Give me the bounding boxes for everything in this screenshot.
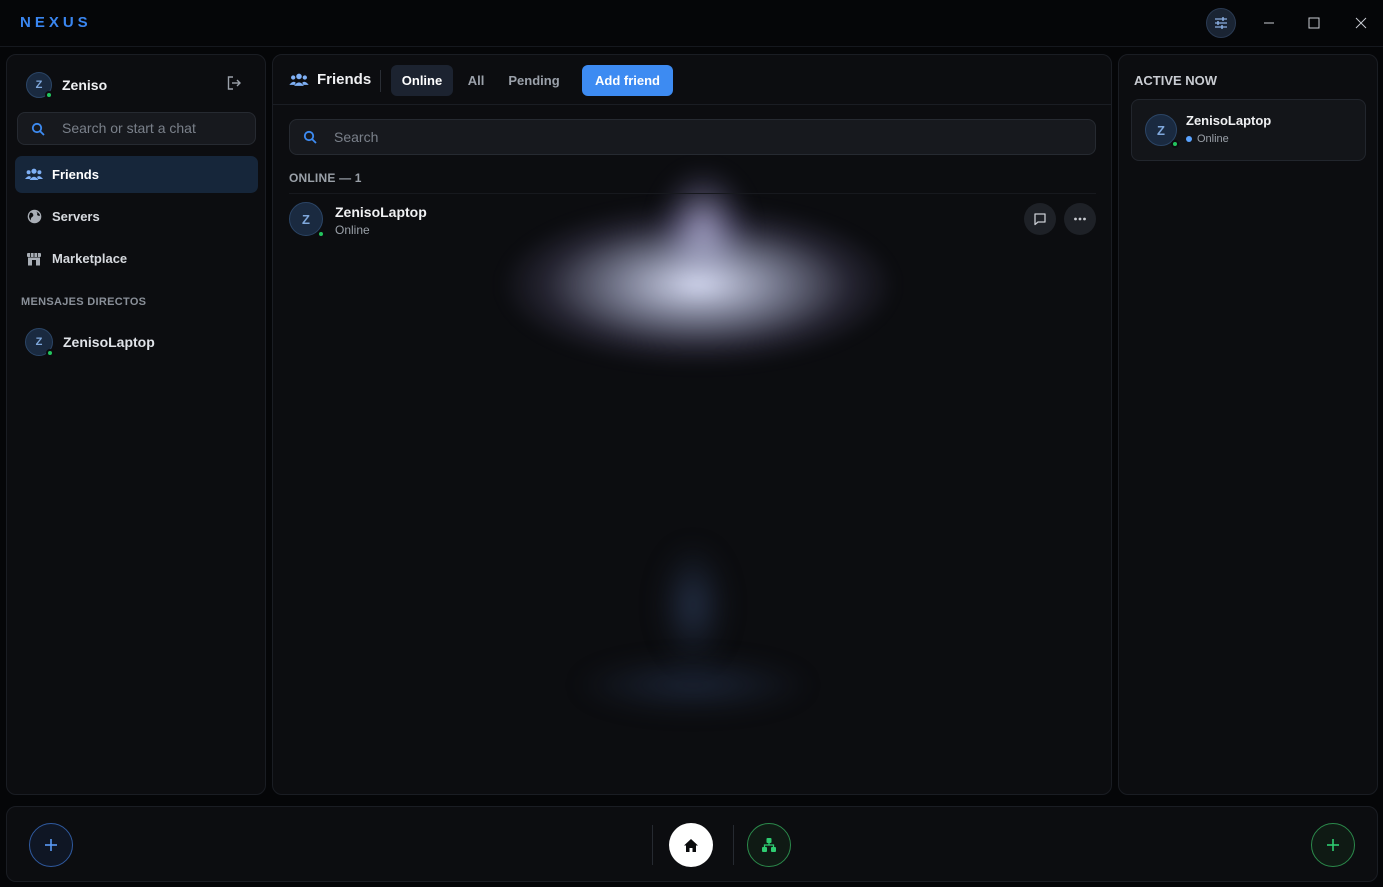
globe-icon [25, 209, 43, 225]
minimize-icon [1264, 22, 1274, 24]
background-glow [573, 655, 813, 715]
active-user-status: Online [1186, 133, 1229, 145]
sidebar-item-friends[interactable]: Friends [15, 156, 258, 193]
avatar: Z [25, 328, 54, 357]
sidebar-item-label: Marketplace [52, 251, 128, 266]
search-chat-field[interactable] [17, 112, 256, 145]
maximize-icon [1308, 17, 1320, 29]
sidebar-item-label: Friends [52, 167, 99, 182]
close-button[interactable] [1350, 12, 1372, 34]
tab-online[interactable]: Online [391, 65, 453, 96]
sidebar-item-marketplace[interactable]: Marketplace [15, 240, 258, 277]
active-now-heading: ACTIVE NOW [1134, 73, 1218, 88]
server-button[interactable] [747, 823, 791, 867]
more-horizontal-icon [1074, 217, 1086, 221]
friend-list-item[interactable]: Z ZenisoLaptop Online [289, 202, 1097, 238]
friends-header: Friends Online All Pending Add friend [273, 55, 1111, 105]
friends-search-input[interactable] [334, 129, 1074, 145]
dock-divider [733, 825, 734, 865]
active-user-status-text: Online [1197, 133, 1229, 145]
sliders-icon [1215, 17, 1227, 29]
avatar: Z [26, 72, 53, 99]
bottom-dock [6, 806, 1378, 882]
divider [289, 193, 1096, 194]
settings-button[interactable] [1206, 8, 1236, 38]
home-icon [684, 838, 698, 852]
create-server-button[interactable] [1311, 823, 1355, 867]
close-icon [1355, 17, 1367, 29]
background-glow [658, 545, 728, 665]
home-button[interactable] [669, 823, 713, 867]
avatar-initial: Z [35, 79, 43, 91]
search-icon [31, 122, 45, 136]
online-status-dot [46, 349, 54, 357]
minimize-button[interactable] [1258, 12, 1280, 34]
network-icon [762, 838, 776, 852]
tab-pending[interactable]: Pending [501, 65, 567, 96]
add-button[interactable] [29, 823, 73, 867]
page-title: Friends [289, 71, 371, 88]
add-friend-button[interactable]: Add friend [582, 65, 673, 96]
title-bar: NEXUS [0, 0, 1383, 47]
plus-icon [45, 839, 57, 851]
user-profile[interactable]: Z Zeniso [26, 71, 107, 99]
plus-icon [1327, 839, 1339, 851]
logout-button[interactable] [226, 75, 244, 93]
more-options-button[interactable] [1064, 203, 1096, 235]
avatar-initial: Z [35, 336, 43, 348]
avatar-initial: Z [1157, 122, 1165, 138]
sidebar-item-label: Servers [52, 209, 100, 224]
dm-name: ZenisoLaptop [63, 334, 155, 350]
active-now-panel: ACTIVE NOW Z ZenisoLaptop Online [1118, 54, 1378, 795]
active-user-name: ZenisoLaptop [1186, 113, 1272, 128]
avatar: Z [289, 202, 325, 238]
avatar-initial: Z [302, 211, 310, 227]
search-icon [303, 130, 317, 144]
active-user-card[interactable]: Z ZenisoLaptop Online [1131, 99, 1366, 161]
friend-status: Online [335, 223, 370, 237]
avatar: Z [1145, 114, 1179, 148]
friend-name: ZenisoLaptop [335, 204, 427, 220]
dock-divider [652, 825, 653, 865]
app-logo: NEXUS [20, 14, 92, 31]
maximize-button[interactable] [1303, 12, 1325, 34]
direct-messages-heading: MENSAJES DIRECTOS [21, 296, 147, 308]
store-icon [25, 251, 43, 267]
online-status-dot [1171, 140, 1179, 148]
online-status-dot [45, 91, 53, 99]
friends-icon [289, 73, 309, 86]
tab-all[interactable]: All [459, 65, 493, 96]
logout-icon [227, 76, 241, 90]
friends-icon [25, 167, 43, 183]
message-friend-button[interactable] [1024, 203, 1056, 235]
status-dot-icon [1186, 136, 1192, 142]
friends-search-field[interactable] [289, 119, 1096, 155]
user-name: Zeniso [62, 77, 108, 93]
header-divider [380, 70, 381, 92]
online-count-heading: ONLINE — 1 [289, 171, 362, 185]
chat-bubble-icon [1034, 213, 1046, 226]
search-chat-input[interactable] [62, 120, 247, 136]
dm-item[interactable]: Z ZenisoLaptop [25, 327, 155, 357]
page-title-text: Friends [317, 71, 372, 88]
online-status-dot [317, 230, 325, 238]
sidebar-item-servers[interactable]: Servers [15, 198, 258, 235]
friends-panel: Friends Online All Pending Add friend ON… [272, 54, 1112, 795]
sidebar: Z Zeniso Friends [6, 54, 266, 795]
